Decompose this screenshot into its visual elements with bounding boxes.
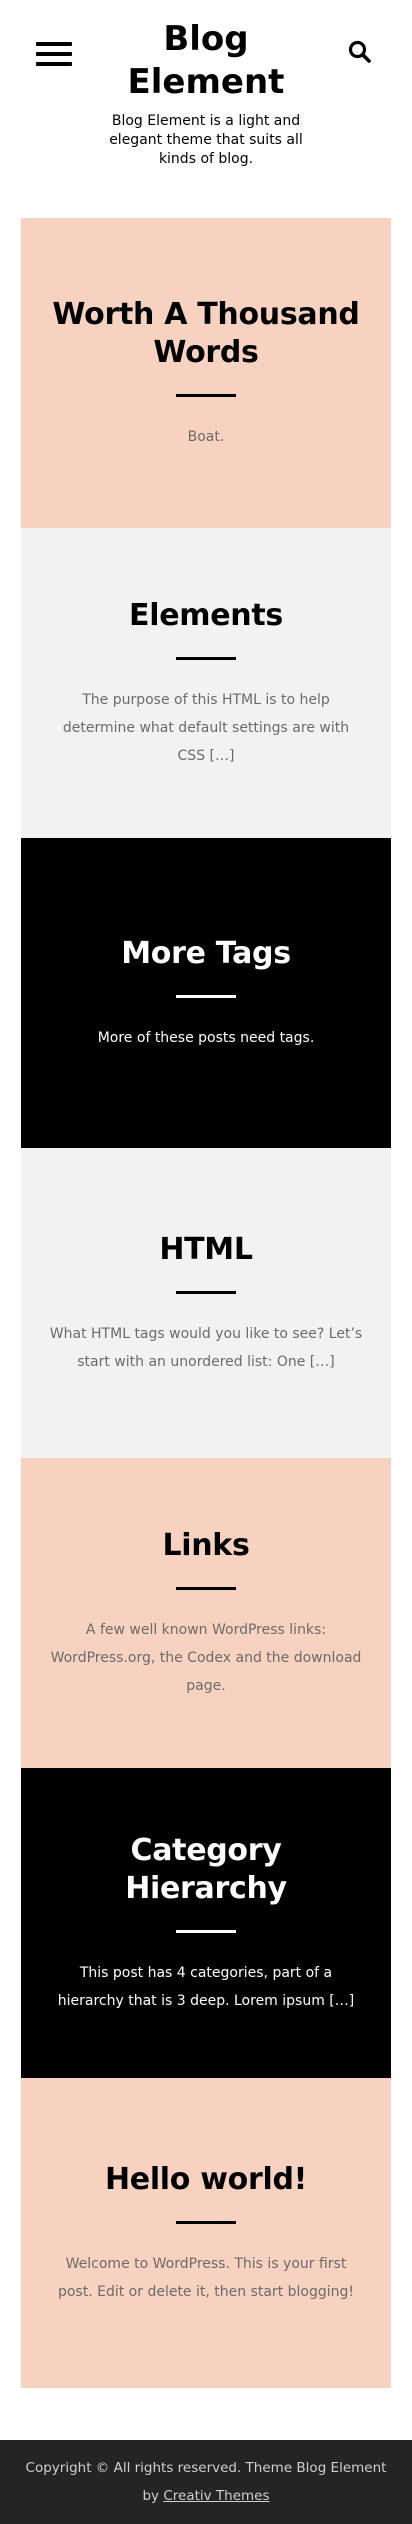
- post-title[interactable]: Category Hierarchy: [47, 1832, 365, 1908]
- post-excerpt: A few well known WordPress links: WordPr…: [50, 1621, 362, 1694]
- post-card: HTML What HTML tags would you like to se…: [21, 1148, 391, 1458]
- post-title[interactable]: Elements: [129, 597, 283, 635]
- hamburger-menu-icon: [36, 52, 72, 56]
- site-footer: Copyright © All rights reserved. Theme B…: [0, 2440, 412, 2524]
- title-divider: [176, 1586, 236, 1590]
- post-title[interactable]: Links: [162, 1527, 249, 1565]
- title-divider: [176, 656, 236, 660]
- site-description: Blog Element is a light and elegant them…: [109, 113, 303, 167]
- site-header: Blog Element Blog Element is a light and…: [0, 0, 412, 218]
- post-card: More Tags More of these posts need tags.: [21, 838, 391, 1148]
- footer-copyright: Copyright © All rights reserved. Theme B…: [25, 2460, 387, 2476]
- post-card: Worth A Thousand Words Boat.: [21, 218, 391, 528]
- post-title[interactable]: HTML: [159, 1231, 253, 1269]
- post-excerpt: This post has 4 categories, part of a hi…: [57, 1964, 355, 2009]
- post-excerpt: The purpose of this HTML is to help dete…: [62, 691, 350, 764]
- title-divider: [176, 1929, 236, 1933]
- footer-credit-prefix: by: [142, 2488, 164, 2504]
- search-icon: [348, 40, 371, 63]
- post-excerpt: Boat.: [187, 428, 225, 445]
- post-excerpt: More of these posts need tags.: [97, 1029, 315, 1046]
- title-divider: [176, 393, 236, 397]
- hamburger-menu-icon: [36, 42, 72, 46]
- post-card: Elements The purpose of this HTML is to …: [21, 528, 391, 838]
- post-title[interactable]: Worth A Thousand Words: [47, 296, 365, 372]
- menu-button[interactable]: [36, 40, 72, 68]
- title-divider: [176, 2220, 236, 2224]
- post-card: Hello world! Welcome to WordPress. This …: [21, 2078, 391, 2388]
- search-button[interactable]: [346, 38, 374, 66]
- creativ-themes-link[interactable]: Creativ Themes: [163, 2488, 269, 2504]
- post-title[interactable]: More Tags: [121, 935, 291, 973]
- site-title[interactable]: Blog Element: [80, 18, 332, 104]
- post-card: Category Hierarchy This post has 4 categ…: [21, 1768, 391, 2078]
- hamburger-menu-icon: [36, 62, 72, 66]
- post-list: Worth A Thousand Words Boat. Elements Th…: [21, 218, 391, 2388]
- footer-credit: by Creativ Themes: [142, 2482, 269, 2510]
- post-excerpt: What HTML tags would you like to see? Le…: [49, 1325, 363, 1370]
- title-divider: [176, 994, 236, 998]
- post-excerpt: Welcome to WordPress. This is your first…: [57, 2255, 355, 2300]
- title-divider: [176, 1290, 236, 1294]
- post-card: Links A few well known WordPress links: …: [21, 1458, 391, 1768]
- post-title[interactable]: Hello world!: [105, 2161, 307, 2199]
